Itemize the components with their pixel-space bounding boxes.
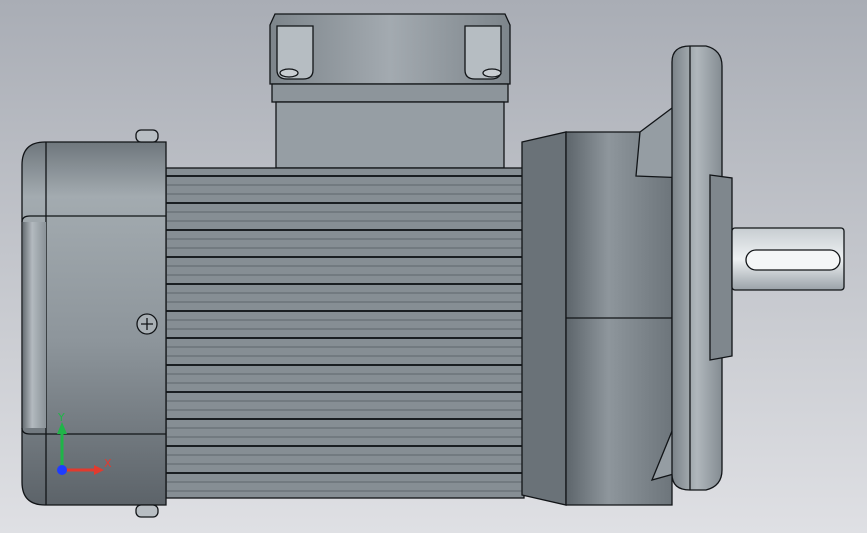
motor-model-view[interactable]: Y X (0, 0, 867, 533)
terminal-box[interactable] (269, 13, 511, 169)
rear-end-cap[interactable] (21, 129, 167, 518)
gear-head[interactable] (521, 94, 689, 506)
y-axis-label: Y (57, 411, 65, 424)
motor-housing-fins[interactable] (165, 167, 525, 499)
cap-bolt-bottom (135, 504, 159, 518)
cap-bolt-top (135, 129, 159, 143)
x-axis-label: X (104, 457, 112, 470)
shaft-keyway (745, 249, 841, 271)
cad-viewport[interactable]: Y X (0, 0, 867, 533)
z-axis-dot (57, 465, 67, 475)
output-shaft[interactable] (731, 227, 845, 291)
